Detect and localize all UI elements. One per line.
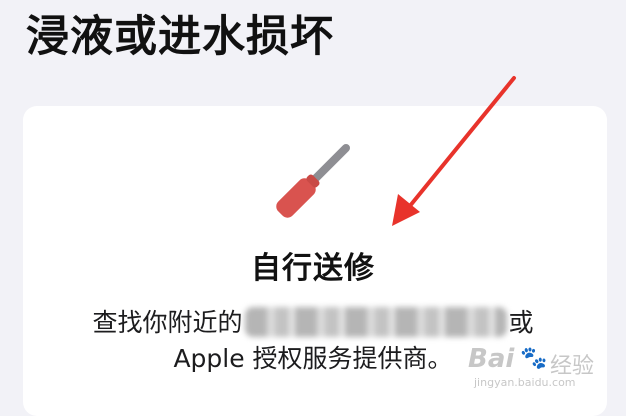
description-text: 查找你附近的 — [92, 308, 243, 337]
watermark: Bai 🐾 经验 jingyan.baidu.com — [468, 344, 608, 394]
paw-icon: 🐾 — [520, 346, 548, 371]
screwdriver-icon — [276, 144, 350, 218]
watermark-url: jingyan.baidu.com — [474, 376, 576, 389]
description-line-1: 查找你附近的 或 — [0, 303, 626, 339]
watermark-logo: Bai — [468, 344, 515, 374]
redacted-text — [244, 307, 507, 337]
description-text-end: 或 — [508, 308, 534, 337]
option-title: 自行送修 — [251, 251, 375, 286]
page-title: 浸液或进水损坏 — [26, 12, 334, 62]
